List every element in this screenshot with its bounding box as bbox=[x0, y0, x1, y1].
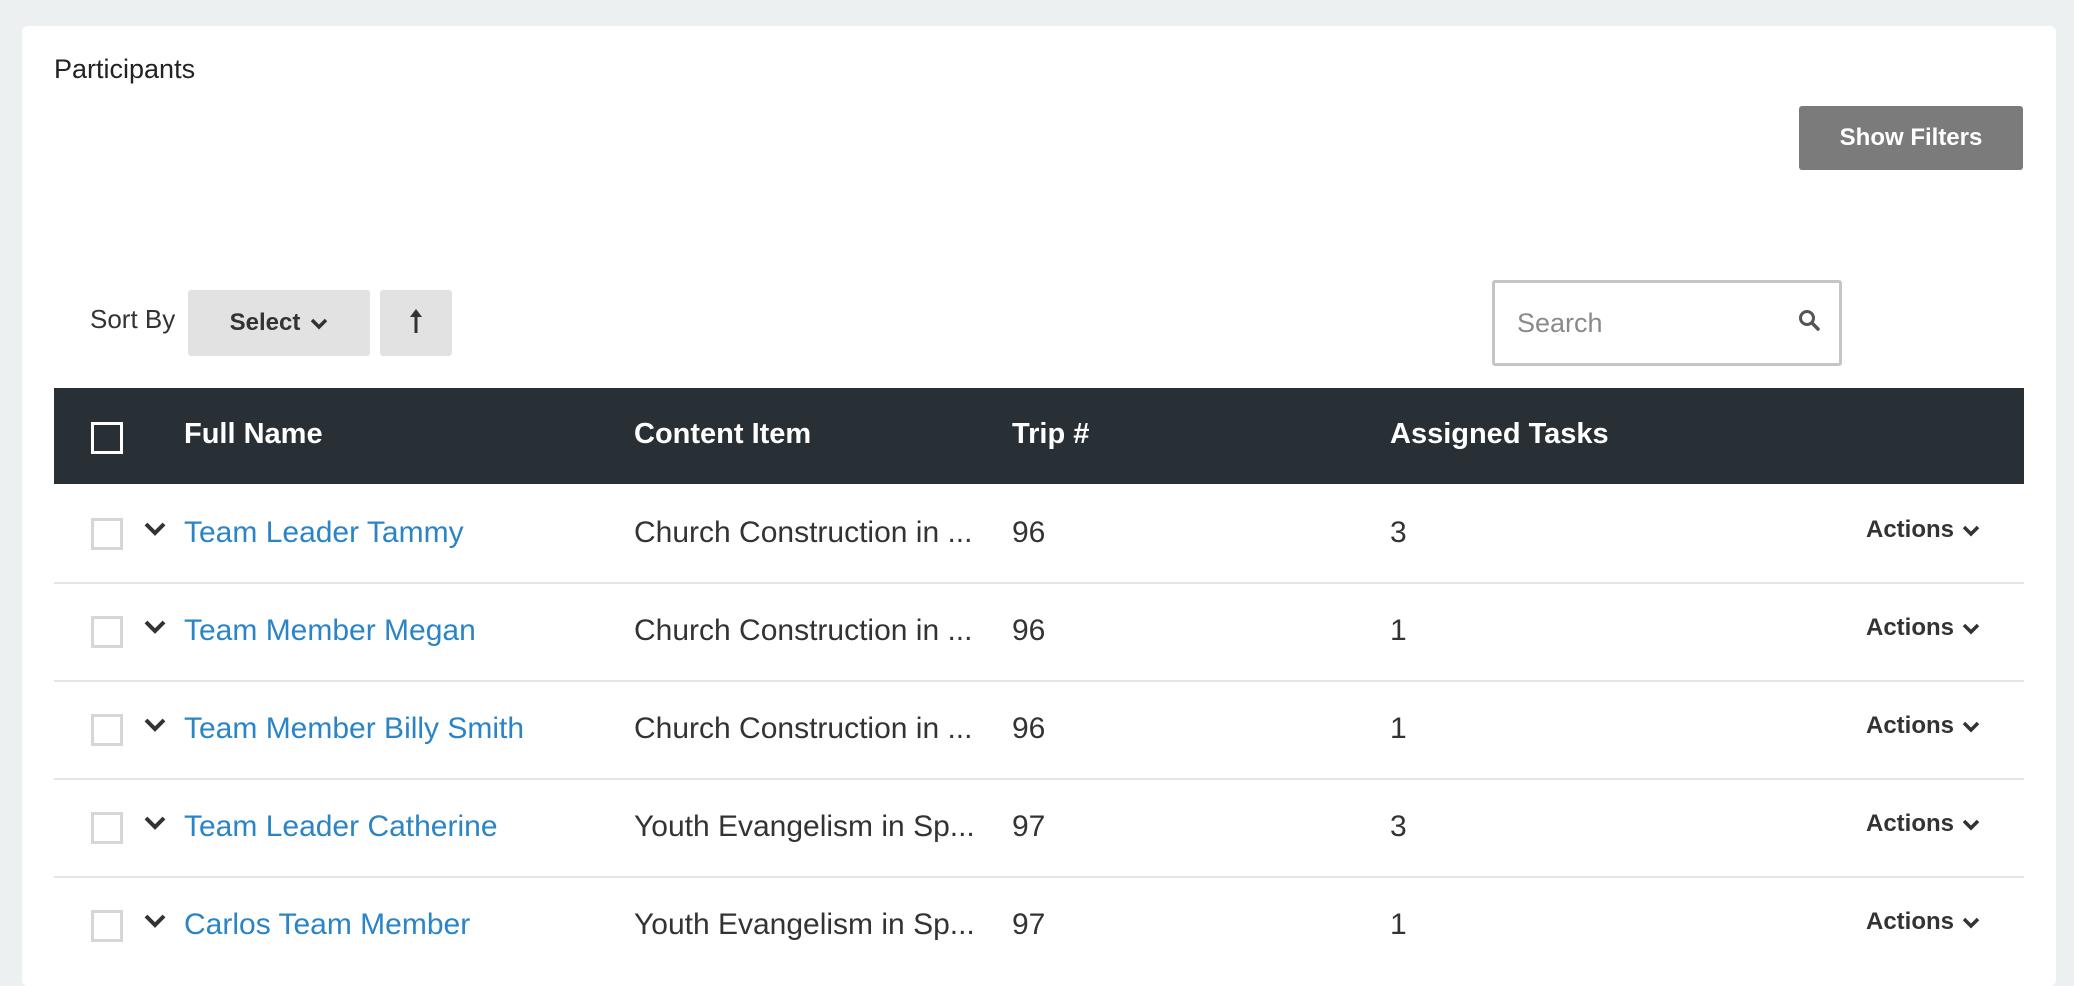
chevron-down-icon bbox=[1962, 516, 1980, 544]
table-row: Team Leader Catherine Youth Evangelism i… bbox=[54, 778, 2024, 878]
sort-by-label: Sort By bbox=[90, 304, 176, 334]
table-header: Full Name Content Item Trip # Assigned T… bbox=[54, 388, 2024, 484]
assigned-tasks-cell: 3 bbox=[1390, 516, 1407, 549]
chevron-down-icon[interactable] bbox=[144, 718, 166, 737]
actions-dropdown[interactable]: Actions bbox=[1866, 614, 1980, 642]
trip-number-cell: 97 bbox=[1012, 810, 1046, 843]
actions-dropdown[interactable]: Actions bbox=[1866, 810, 1980, 838]
content-item-cell: Church Construction in ... bbox=[634, 516, 973, 549]
row-checkbox[interactable] bbox=[91, 910, 123, 942]
select-all-checkbox[interactable] bbox=[91, 422, 123, 454]
row-checkbox[interactable] bbox=[91, 616, 123, 648]
participant-name-link[interactable]: Team Leader Catherine bbox=[184, 810, 498, 844]
content-item-cell: Youth Evangelism in Sp... bbox=[634, 908, 975, 941]
table-row: Team Member Billy Smith Church Construct… bbox=[54, 680, 2024, 780]
column-content-item[interactable]: Content Item bbox=[634, 418, 811, 451]
content-item-cell: Church Construction in ... bbox=[634, 712, 973, 745]
assigned-tasks-cell: 1 bbox=[1390, 614, 1407, 647]
row-checkbox[interactable] bbox=[91, 714, 123, 746]
search-box bbox=[1492, 280, 1842, 366]
content-item-cell: Youth Evangelism in Sp... bbox=[634, 810, 975, 843]
actions-dropdown[interactable]: Actions bbox=[1866, 908, 1980, 936]
chevron-down-icon[interactable] bbox=[144, 522, 166, 541]
sort-select-label: Select bbox=[229, 309, 301, 336]
assigned-tasks-cell: 3 bbox=[1390, 810, 1407, 843]
arrow-up-icon bbox=[408, 308, 424, 339]
chevron-down-icon bbox=[310, 309, 328, 337]
actions-dropdown[interactable]: Actions bbox=[1866, 516, 1980, 544]
assigned-tasks-cell: 1 bbox=[1390, 712, 1407, 745]
chevron-down-icon[interactable] bbox=[144, 620, 166, 639]
table-row: Team Member Megan Church Construction in… bbox=[54, 582, 2024, 682]
table-row: Carlos Team Member Youth Evangelism in S… bbox=[54, 876, 2024, 974]
trip-number-cell: 97 bbox=[1012, 908, 1046, 941]
chevron-down-icon[interactable] bbox=[144, 816, 166, 835]
actions-label: Actions bbox=[1866, 516, 1955, 543]
actions-dropdown[interactable]: Actions bbox=[1866, 712, 1980, 740]
chevron-down-icon bbox=[1962, 614, 1980, 642]
chevron-down-icon[interactable] bbox=[144, 914, 166, 933]
chevron-down-icon bbox=[1962, 908, 1980, 936]
row-checkbox[interactable] bbox=[91, 812, 123, 844]
table-row: Team Leader Tammy Church Construction in… bbox=[54, 484, 2024, 584]
participant-name-link[interactable]: Team Member Megan bbox=[184, 614, 476, 648]
search-input[interactable] bbox=[1495, 287, 1789, 359]
assigned-tasks-cell: 1 bbox=[1390, 908, 1407, 941]
trip-number-cell: 96 bbox=[1012, 516, 1046, 549]
participant-name-link[interactable]: Team Member Billy Smith bbox=[184, 712, 524, 746]
show-filters-button[interactable]: Show Filters bbox=[1799, 106, 2023, 170]
trip-number-cell: 96 bbox=[1012, 712, 1046, 745]
row-checkbox[interactable] bbox=[91, 518, 123, 550]
column-assigned-tasks[interactable]: Assigned Tasks bbox=[1390, 418, 1609, 451]
actions-label: Actions bbox=[1866, 614, 1955, 641]
participant-name-link[interactable]: Carlos Team Member bbox=[184, 908, 470, 942]
trip-number-cell: 96 bbox=[1012, 614, 1046, 647]
participants-card: Participants Show Filters Sort By Select… bbox=[22, 26, 2056, 986]
page-title: Participants bbox=[54, 54, 196, 84]
sort-select-dropdown[interactable]: Select bbox=[188, 290, 370, 356]
actions-label: Actions bbox=[1866, 810, 1955, 837]
content-item-cell: Church Construction in ... bbox=[634, 614, 973, 647]
sort-direction-button[interactable] bbox=[380, 290, 452, 356]
actions-label: Actions bbox=[1866, 712, 1955, 739]
column-full-name[interactable]: Full Name bbox=[184, 418, 323, 451]
chevron-down-icon bbox=[1962, 712, 1980, 740]
actions-label: Actions bbox=[1866, 908, 1955, 935]
participant-name-link[interactable]: Team Leader Tammy bbox=[184, 516, 464, 550]
column-trip-number[interactable]: Trip # bbox=[1012, 418, 1089, 451]
chevron-down-icon bbox=[1962, 810, 1980, 838]
search-icon[interactable] bbox=[1797, 308, 1821, 337]
